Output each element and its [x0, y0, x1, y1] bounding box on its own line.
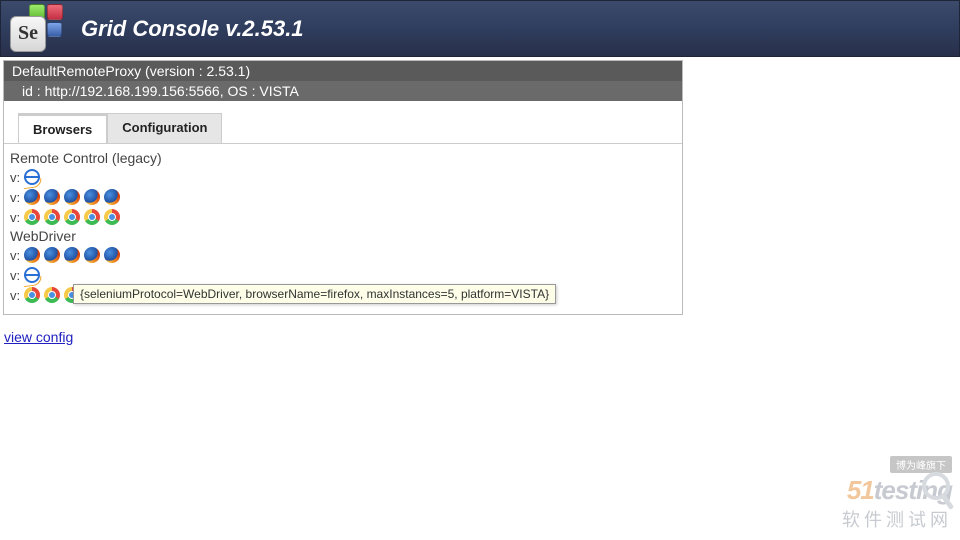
logo-se-tile: Se: [10, 16, 46, 52]
browser-row: v:: [10, 188, 676, 206]
page-title: Grid Console v.2.53.1: [81, 16, 304, 42]
proxy-id-line: id : http://192.168.199.156:5566, OS : V…: [4, 81, 682, 101]
app-header: Se Grid Console v.2.53.1: [0, 0, 960, 57]
firefox-icon: [84, 247, 100, 263]
internet-explorer-icon: [24, 169, 40, 185]
section-remote-control: Remote Control (legacy): [10, 150, 676, 166]
selenium-logo: Se: [7, 2, 69, 56]
browser-slot[interactable]: [64, 209, 80, 225]
watermark: 博为峰旗下 51testing 软件测试网: [842, 456, 952, 532]
chrome-icon: [24, 209, 40, 225]
chrome-icon: [44, 287, 60, 303]
firefox-icon: [64, 247, 80, 263]
browser-slot[interactable]: [44, 287, 60, 303]
browser-slot[interactable]: [44, 189, 60, 205]
watermark-tag: 博为峰旗下: [890, 456, 952, 473]
firefox-icon: [64, 189, 80, 205]
logo-square-red: [47, 4, 63, 20]
chrome-icon: [24, 287, 40, 303]
magnifier-icon: [922, 472, 950, 500]
browser-slot[interactable]: [104, 189, 120, 205]
proxy-title: DefaultRemoteProxy (version : 2.53.1): [4, 61, 682, 81]
browser-row: v:: [10, 208, 676, 226]
firefox-icon: [24, 189, 40, 205]
version-label: v:: [10, 170, 20, 185]
browser-slot[interactable]: [64, 189, 80, 205]
watermark-cn: 软件测试网: [842, 506, 952, 532]
browser-tooltip: {seleniumProtocol=WebDriver, browserName…: [73, 284, 556, 304]
firefox-icon: [44, 189, 60, 205]
browser-row: v:: [10, 266, 676, 284]
version-label: v:: [10, 210, 20, 225]
version-label: v:: [10, 268, 20, 283]
firefox-icon: [24, 247, 40, 263]
chrome-icon: [104, 209, 120, 225]
browser-slot[interactable]: [64, 247, 80, 263]
firefox-icon: [44, 247, 60, 263]
tab-strip: Browsers Configuration: [4, 113, 682, 143]
tab-browsers[interactable]: Browsers: [18, 113, 107, 143]
chrome-icon: [64, 209, 80, 225]
chrome-icon: [84, 209, 100, 225]
browser-slot[interactable]: [24, 287, 40, 303]
browser-row: v:: [10, 246, 676, 264]
browser-slot[interactable]: [44, 209, 60, 225]
firefox-icon: [104, 247, 120, 263]
browser-slot[interactable]: [24, 189, 40, 205]
firefox-icon: [104, 189, 120, 205]
section-webdriver: WebDriver: [10, 228, 676, 244]
proxy-panel: DefaultRemoteProxy (version : 2.53.1) id…: [3, 60, 683, 315]
browser-slot[interactable]: [84, 247, 100, 263]
browser-slot[interactable]: [24, 247, 40, 263]
version-label: v:: [10, 288, 20, 303]
browser-slot[interactable]: [24, 169, 40, 185]
browser-slot[interactable]: [84, 209, 100, 225]
version-label: v:: [10, 190, 20, 205]
view-config-link[interactable]: view config: [4, 329, 73, 345]
firefox-icon: [84, 189, 100, 205]
internet-explorer-icon: [24, 267, 40, 283]
browser-row: v:: [10, 168, 676, 186]
browser-slot[interactable]: [104, 209, 120, 225]
version-label: v:: [10, 248, 20, 263]
browser-slot[interactable]: [44, 247, 60, 263]
browser-slot[interactable]: [24, 209, 40, 225]
browser-slot[interactable]: [24, 267, 40, 283]
logo-square-blue: [47, 22, 62, 37]
chrome-icon: [44, 209, 60, 225]
browser-slot[interactable]: [104, 247, 120, 263]
tab-configuration[interactable]: Configuration: [107, 113, 222, 143]
browser-slot[interactable]: [84, 189, 100, 205]
